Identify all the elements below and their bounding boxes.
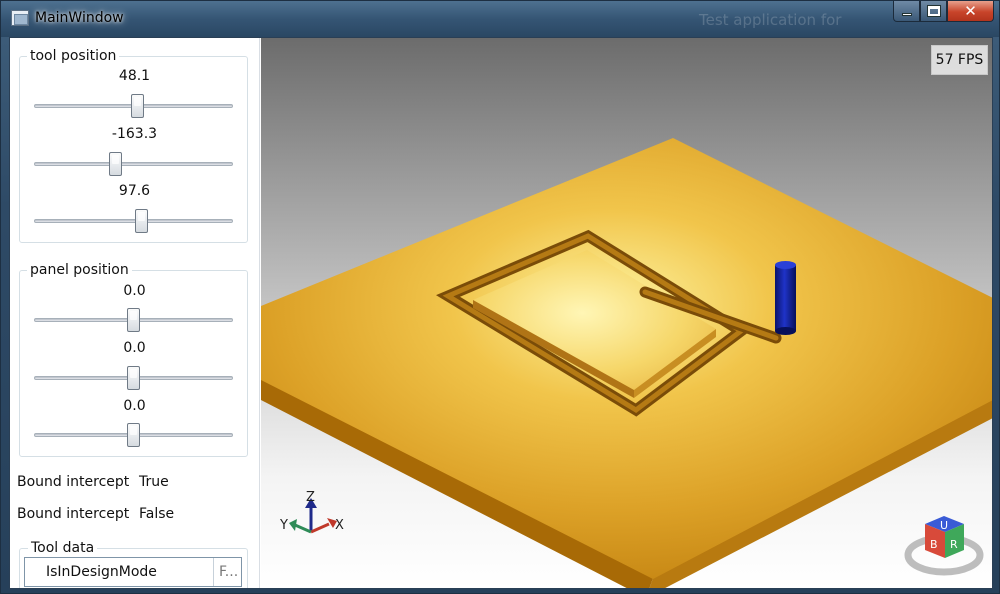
- 3d-viewport[interactable]: Z Y X U B R 57 FPS: [261, 38, 992, 588]
- maximize-icon: [926, 5, 941, 17]
- panel-position-x-value: 0.0: [123, 283, 146, 299]
- minimize-button[interactable]: [893, 1, 920, 22]
- title-bar[interactable]: MainWindow Test application for ✕: [1, 1, 999, 37]
- tool-position-x-slider-thumb[interactable]: [130, 94, 144, 118]
- tool-data-column-separator: [213, 558, 214, 586]
- bound-intercept-value-1: True: [139, 474, 169, 490]
- view-cube[interactable]: U B R: [904, 516, 984, 576]
- axis-x-label: X: [335, 518, 344, 533]
- background-window-text: Test application for: [699, 11, 842, 29]
- tool-data-row[interactable]: IsInDesignMode F...: [24, 557, 242, 587]
- tool-position-z-slider-track[interactable]: [34, 219, 233, 223]
- tool-data-row-value: F...: [219, 564, 239, 580]
- view-cube-right-label: R: [950, 538, 958, 551]
- bound-intercept-label-1: Bound intercept: [17, 474, 130, 490]
- tool-position-x-value: 48.1: [118, 68, 151, 84]
- control-panel: tool position 48.1 -163.3 97.6 panel pos…: [10, 38, 260, 588]
- panel-position-z-slider-thumb[interactable]: [127, 423, 140, 447]
- tool-cylinder: [775, 265, 796, 331]
- close-icon: ✕: [964, 2, 977, 20]
- view-cube-front-label: B: [930, 538, 938, 551]
- bound-intercept-value-2: False: [139, 506, 175, 522]
- tool-position-z-value: 97.6: [118, 183, 151, 199]
- panel-position-legend: panel position: [27, 262, 132, 278]
- minimize-icon: [901, 12, 912, 16]
- tool-position-y-value: -163.3: [111, 126, 158, 142]
- main-window: MainWindow Test application for ✕ tool p…: [0, 0, 1000, 594]
- app-window-icon[interactable]: [11, 10, 29, 26]
- fps-counter: 57 FPS: [931, 45, 988, 75]
- 3d-scene: Z Y X U B R: [261, 138, 992, 588]
- panel-position-group: panel position 0.0 0.0 0.0: [19, 262, 248, 457]
- view-cube-top-label: U: [940, 519, 948, 532]
- tool-data-row-name: IsInDesignMode: [46, 564, 157, 580]
- bound-intercept-row-2: Bound intercept False: [17, 506, 174, 522]
- tool-position-y-slider-track[interactable]: [34, 162, 233, 166]
- panel-position-x-slider-thumb[interactable]: [127, 308, 140, 332]
- panel-position-y-slider-thumb[interactable]: [127, 366, 140, 390]
- axis-y-label: Y: [279, 518, 288, 533]
- maximize-button[interactable]: [920, 1, 947, 22]
- tool-position-y-slider-thumb[interactable]: [109, 152, 123, 176]
- panel-position-z-value: 0.0: [123, 398, 146, 414]
- tool-position-legend: tool position: [27, 48, 120, 64]
- panel-position-y-value: 0.0: [123, 340, 146, 356]
- window-title: MainWindow: [35, 10, 124, 26]
- caption-buttons: ✕: [893, 1, 994, 23]
- tool-position-group: tool position 48.1 -163.3 97.6: [19, 48, 248, 243]
- close-button[interactable]: ✕: [947, 1, 994, 22]
- client-area: tool position 48.1 -163.3 97.6 panel pos…: [9, 37, 993, 589]
- bound-intercept-label-2: Bound intercept: [17, 506, 130, 522]
- tool-data-legend: Tool data: [28, 540, 98, 556]
- bound-intercept-row-1: Bound intercept True: [17, 474, 169, 490]
- axes-indicator: Z Y X: [279, 490, 344, 534]
- axis-z-label: Z: [306, 490, 315, 505]
- tool-position-z-slider-thumb[interactable]: [134, 209, 148, 233]
